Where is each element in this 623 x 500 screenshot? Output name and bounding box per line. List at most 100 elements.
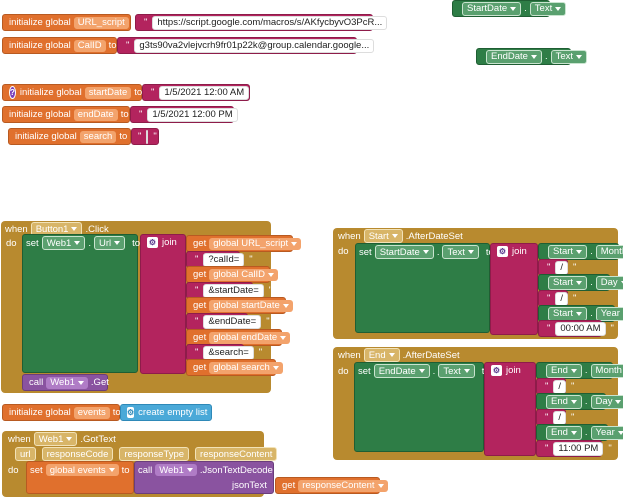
text-field[interactable]: /	[553, 410, 567, 425]
variable-name-field[interactable]: startDate	[84, 86, 132, 99]
param-url[interactable]: url	[15, 447, 36, 461]
param-response-type[interactable]: responseType	[119, 447, 190, 461]
component-dropdown[interactable]: EndDate	[373, 364, 430, 378]
property-dropdown[interactable]: Year	[590, 425, 623, 440]
component-dropdown[interactable]: Start	[363, 229, 403, 243]
time-text[interactable]: " 11:00 PM "	[536, 440, 612, 457]
component-dropdown[interactable]: End	[363, 348, 400, 362]
end-day-getter[interactable]: End. Day	[536, 393, 623, 410]
variable-dropdown[interactable]: global startDate	[209, 299, 293, 312]
text-field[interactable]: /	[553, 379, 567, 394]
url-script-value-field[interactable]: https://script.google.com/macros/s/AKfyc…	[152, 15, 388, 30]
variable-name-field[interactable]: events	[73, 406, 110, 419]
get-url-script-block[interactable]: get global URL_script	[186, 235, 302, 252]
enddate-text-block[interactable]: " 1/5/2021 12:00 PM "	[130, 106, 246, 123]
component-dropdown[interactable]: Web1	[33, 432, 78, 446]
init-global-url-script-block[interactable]: initialize global URL_script to	[2, 14, 140, 31]
param-response-code[interactable]: responseCode	[41, 447, 114, 461]
startdate-value-field[interactable]: 1/5/2021 12:00 AM	[159, 85, 250, 100]
enddate-value-field[interactable]: 1/5/2021 12:00 PM	[147, 107, 238, 122]
init-global-calid-block[interactable]: initialize global CalID to	[2, 37, 117, 54]
text-field[interactable]: 11:00 PM	[553, 441, 604, 456]
property-dropdown[interactable]: Month	[595, 244, 623, 259]
text-field[interactable]: &endDate=	[203, 314, 262, 329]
enddate-text-getter[interactable]: EndDate . Text	[476, 48, 588, 65]
get-startdate-block[interactable]: get global startDate	[186, 297, 293, 314]
gear-icon[interactable]: ⚙	[497, 246, 508, 257]
init-global-enddate-block[interactable]: initialize global endDate to	[2, 106, 130, 123]
init-global-startdate-block[interactable]: ? initialize global startDate to	[2, 84, 142, 101]
variable-dropdown[interactable]: global search	[209, 361, 283, 374]
init-global-search-block[interactable]: initialize global search to	[8, 128, 131, 145]
get-calid-block[interactable]: get global CalID	[186, 266, 278, 283]
property-dropdown[interactable]: Text	[550, 49, 588, 64]
enddate-param-text[interactable]: " &endDate= "	[186, 313, 270, 330]
variable-dropdown[interactable]: global events	[45, 464, 119, 476]
startdate-text-block[interactable]: " 1/5/2021 12:00 AM "	[142, 84, 258, 101]
component-dropdown[interactable]: End	[546, 394, 582, 409]
join-block[interactable]: ⚙ join	[484, 362, 536, 456]
info-icon[interactable]: ?	[9, 86, 16, 99]
call-web1-get-block[interactable]: call Web1 .Get	[22, 374, 109, 391]
component-dropdown[interactable]: EndDate	[486, 49, 542, 64]
end-month-getter[interactable]: End. Month	[536, 362, 623, 379]
param-response-content[interactable]: responseContent	[195, 447, 278, 461]
component-dropdown[interactable]: End	[546, 425, 582, 440]
gear-icon[interactable]: ⚙	[127, 407, 135, 418]
calid-value-field[interactable]: g3ts90va2vlejvcrh9fr01p22k@group.calenda…	[134, 38, 375, 53]
text-field[interactable]: &startDate=	[203, 283, 264, 298]
start-month-getter[interactable]: Start. Month	[538, 243, 623, 260]
component-dropdown[interactable]: Web1	[41, 236, 86, 250]
property-dropdown[interactable]: Day	[590, 394, 623, 409]
get-search-block[interactable]: get global search	[186, 359, 283, 376]
component-dropdown[interactable]: StartDate	[462, 1, 522, 16]
component-dropdown[interactable]: Web1	[155, 464, 197, 476]
property-dropdown[interactable]: Text	[442, 245, 479, 259]
create-empty-list-block[interactable]: ⚙ create empty list	[120, 404, 212, 421]
search-text-block[interactable]: " "	[131, 128, 159, 145]
component-dropdown[interactable]: Start	[548, 306, 588, 321]
variable-name-field[interactable]: endDate	[73, 108, 118, 121]
calid-text-block[interactable]: " g3ts90va2vlejvcrh9fr01p22k@group.calen…	[117, 37, 383, 54]
text-field[interactable]: &search=	[203, 345, 254, 360]
search-value-field[interactable]	[146, 129, 149, 144]
event-name: .AfterDateSet	[405, 230, 463, 242]
component-dropdown[interactable]: Start	[548, 244, 588, 259]
end-year-getter[interactable]: End. Year	[536, 424, 623, 441]
init-global-events-block[interactable]: initialize global events to	[2, 404, 121, 421]
variable-name-field[interactable]: search	[79, 130, 117, 143]
join-block[interactable]: ⚙ join	[490, 243, 538, 335]
variable-name-field[interactable]: URL_script	[73, 16, 129, 29]
component-dropdown[interactable]: End	[546, 363, 582, 378]
text-field[interactable]: ?calId=	[203, 252, 245, 267]
startdate-text-getter[interactable]: StartDate . Text	[452, 0, 567, 17]
gear-icon[interactable]: ⚙	[147, 237, 158, 248]
variable-name-field[interactable]: CalID	[73, 39, 106, 52]
property-dropdown[interactable]: Text	[438, 364, 475, 378]
url-script-text-block[interactable]: " https://script.google.com/macros/s/AKf…	[135, 14, 396, 31]
time-text[interactable]: " 00:00 AM "	[538, 320, 614, 337]
component-dropdown[interactable]: Start	[548, 275, 588, 290]
property-dropdown[interactable]: Url	[93, 236, 126, 250]
property-dropdown[interactable]: Day	[595, 275, 623, 290]
gear-icon[interactable]: ⚙	[491, 365, 502, 376]
property-dropdown[interactable]: Text	[529, 1, 567, 16]
set-web1-url-block[interactable]	[22, 234, 138, 373]
component-dropdown[interactable]: Web1	[46, 376, 88, 389]
variable-dropdown[interactable]: global CalID	[209, 268, 278, 281]
variable-dropdown[interactable]: global endDate	[209, 331, 291, 344]
join-block[interactable]: ⚙ join	[140, 234, 186, 374]
text-field[interactable]: 00:00 AM	[555, 321, 606, 336]
init-keyword: initialize global	[9, 109, 71, 120]
component-dropdown[interactable]: StartDate	[374, 245, 434, 259]
text-field[interactable]: /	[555, 260, 569, 275]
property-dropdown[interactable]: Month	[590, 363, 623, 378]
close-quote-icon: "	[258, 347, 263, 358]
text-field[interactable]: /	[555, 291, 569, 306]
variable-dropdown[interactable]: global URL_script	[209, 237, 302, 250]
variable-dropdown[interactable]: responseContent	[298, 479, 388, 492]
init-keyword: initialize global	[15, 131, 77, 142]
get-response-content-block[interactable]: get responseContent	[275, 477, 388, 494]
start-day-getter[interactable]: Start. Day	[538, 274, 623, 291]
property-dropdown[interactable]: Year	[595, 306, 623, 321]
